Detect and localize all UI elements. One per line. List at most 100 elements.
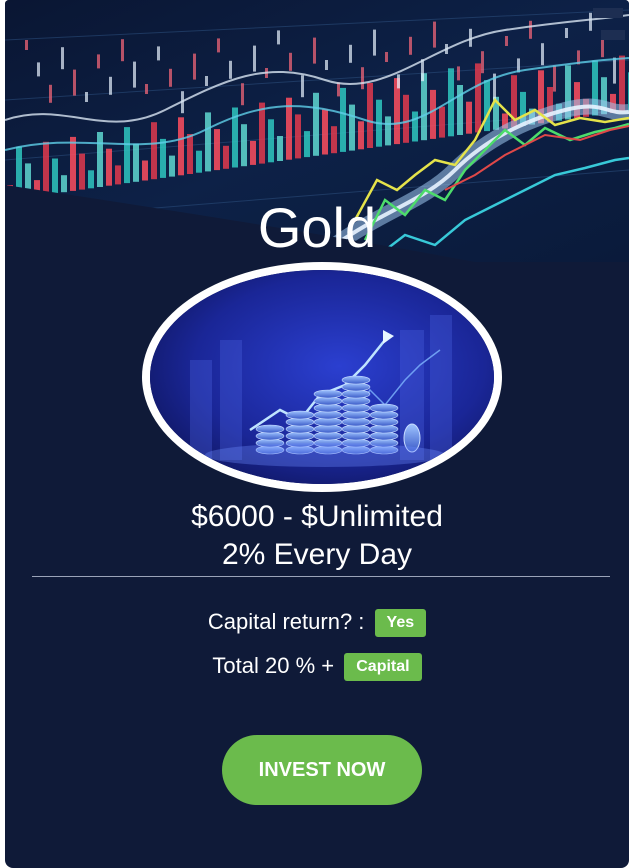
header-candle-mini: [217, 38, 220, 53]
total-return-label: Total 20 % +: [212, 653, 335, 678]
header-candle-bar: [79, 153, 85, 190]
header-candle-mini: [385, 52, 388, 62]
header-candle-bar: [70, 136, 76, 191]
header-candle-bar: [313, 92, 319, 156]
header-candle-mini: [325, 60, 328, 70]
header-candle-bar: [268, 119, 274, 163]
header-candle-bar: [322, 109, 328, 155]
plan-card: Gold $6000 - $Unlimited 2% Every Day Cap…: [5, 0, 629, 868]
header-candle-bar: [52, 158, 58, 194]
header-candle-mini: [133, 61, 136, 88]
header-candle-bar: [133, 143, 139, 182]
header-candle-bar: [331, 126, 337, 154]
header-candle-mini: [145, 84, 148, 94]
header-candle-bar: [97, 132, 103, 187]
header-candle-mini: [421, 59, 424, 82]
header-candle-bar: [277, 136, 283, 161]
header-candle-mini: [61, 47, 64, 70]
header-candle-mini: [529, 20, 532, 39]
header-candle-bar: [349, 104, 355, 151]
header-candle-bar: [484, 80, 490, 132]
header-candle-bar: [466, 101, 472, 134]
header-candle-bar: [187, 134, 193, 174]
header-candle-mini: [97, 54, 100, 69]
header-candle-mini: [73, 69, 76, 96]
header-candle-mini: [397, 74, 400, 89]
price-range: $6000 - $Unlimited: [191, 500, 443, 533]
header-candle-mini: [481, 51, 484, 74]
header-candle-bar: [358, 121, 364, 150]
header-candle-mini: [409, 36, 412, 55]
header-candle-mini: [289, 52, 292, 71]
header-candle-bar: [295, 114, 301, 159]
header-candle-bar: [61, 175, 67, 193]
header-candle-mini: [349, 44, 352, 63]
header-candle-mini: [301, 75, 304, 98]
header-candle-bar: [421, 73, 427, 141]
coin-stack-coin: [313, 389, 343, 399]
header-candle-mini: [253, 45, 256, 72]
header-candle-bar: [205, 112, 211, 172]
header-candle-bar: [367, 83, 373, 148]
header-candle-mini: [373, 29, 376, 56]
growth-coins-image: [142, 262, 502, 492]
header-candle-mini: [37, 62, 40, 77]
header-candle-mini: [121, 39, 124, 62]
daily-rate: 2% Every Day: [221, 538, 413, 571]
header-candle-bar: [385, 116, 391, 146]
header-candle-bar: [124, 127, 130, 184]
total-return-row: Total 20 % + Capital: [5, 651, 629, 682]
header-candle-mini: [49, 84, 52, 103]
section-divider: [32, 576, 610, 577]
header-candle-mini: [565, 28, 568, 38]
header-candle-bar: [16, 146, 22, 199]
header-candle-mini: [553, 65, 556, 92]
invest-now-button[interactable]: INVEST NOW: [222, 735, 422, 805]
header-candle-bar: [628, 72, 629, 111]
header-candle-mini: [457, 66, 460, 81]
header-candle-bar: [241, 124, 247, 167]
header-candle-bar: [430, 89, 436, 139]
header-candle-bar: [142, 160, 148, 181]
header-candle-mini: [109, 76, 112, 95]
capital-return-row: Capital return? : Yes: [5, 607, 629, 638]
header-candle-mini: [229, 60, 232, 79]
header-candle-mini: [85, 92, 88, 102]
header-candle-bar: [214, 129, 220, 171]
header-candle-bar: [403, 94, 409, 143]
coin-stack-coin: [369, 403, 399, 413]
header-candle-bar: [619, 55, 625, 112]
header-candle-bar: [304, 131, 310, 158]
header-candle-mini: [541, 43, 544, 66]
header-candle-bar: [340, 87, 346, 152]
header-candle-bar: [412, 111, 418, 142]
coin-stack-coin: [255, 424, 285, 434]
header-candle-bar: [259, 102, 265, 164]
header-candle-mini: [205, 76, 208, 86]
coin-stack-coin: [285, 410, 315, 420]
header-candle-bar: [457, 85, 463, 135]
header-candle-bar: [250, 140, 256, 165]
header-candle-mini: [313, 37, 316, 64]
capital-return-badge: Yes: [374, 609, 427, 638]
header-candle-bar: [88, 170, 94, 189]
header-candle-mini: [361, 67, 364, 90]
header-candle-bar: [106, 148, 112, 186]
header-candle-mini: [241, 83, 244, 106]
plan-title: Gold: [257, 196, 377, 259]
capital-badge: Capital: [344, 653, 422, 682]
header-candle-mini: [589, 12, 592, 31]
header-candle-bar: [196, 150, 202, 173]
header-candle-bar: [223, 145, 229, 169]
header-candle-bar: [151, 122, 157, 180]
header-candle-mini: [157, 46, 160, 61]
header-candle-mini: [277, 30, 280, 45]
header-candle-bar: [169, 155, 175, 177]
header-candle-bar: [475, 63, 481, 133]
header-candle-bar: [43, 141, 49, 195]
header-candle-bar: [178, 117, 184, 176]
header-candle-mini: [433, 21, 436, 48]
header-candle-mini: [25, 40, 28, 50]
header-candle-mini: [505, 36, 508, 46]
header-candle-mini: [193, 53, 196, 80]
